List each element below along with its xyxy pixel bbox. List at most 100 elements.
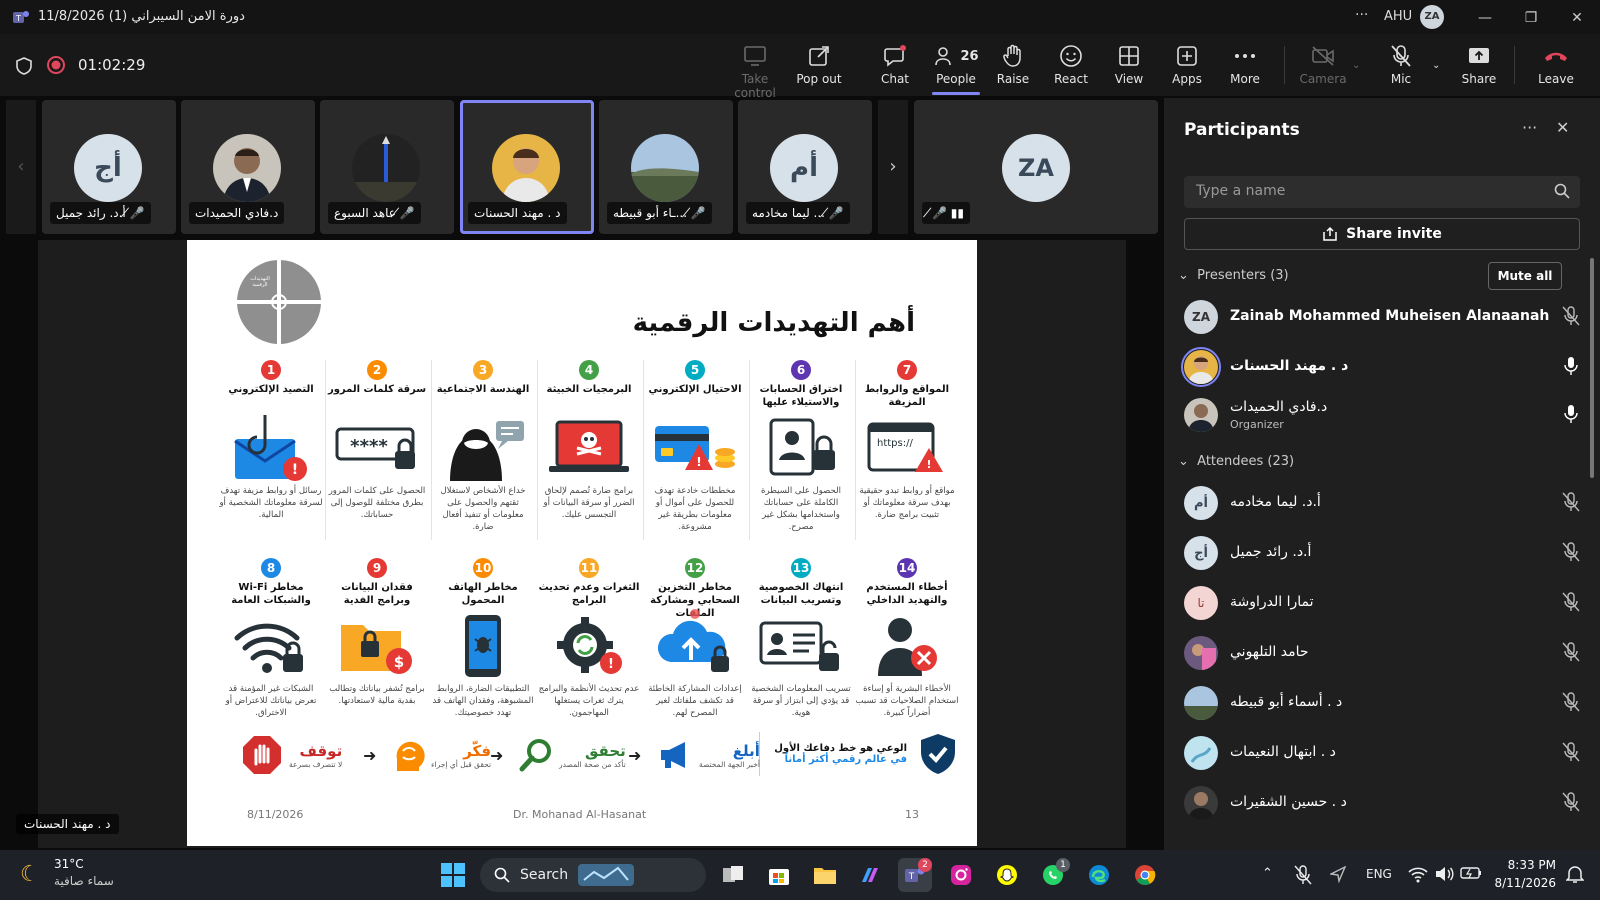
chrome-icon[interactable] xyxy=(1128,858,1162,892)
notification-bell-icon[interactable] xyxy=(1566,864,1584,884)
participant-avatar: أج xyxy=(1184,536,1218,570)
whatsapp-icon[interactable]: 1 xyxy=(1036,858,1070,892)
video-tile[interactable]: 🎤̸ عاهد السبوع xyxy=(320,100,454,234)
clock-date[interactable]: 8/11/2026 xyxy=(1486,876,1556,890)
participant-row[interactable]: ZA Zainab Mohammed Muheisen Alanaanah xyxy=(1184,294,1580,340)
toolbar-divider xyxy=(1514,46,1515,84)
video-tile[interactable]: د.فادي الحميدات xyxy=(181,100,315,234)
fake-website-icon: https://! xyxy=(855,411,959,485)
wifi-lock-icon xyxy=(219,609,323,683)
participant-photo xyxy=(492,134,560,202)
mute-all-button[interactable]: Mute all xyxy=(1488,262,1562,290)
ransomware-folder-icon: $ xyxy=(325,609,429,683)
teams-taskbar-icon[interactable]: T 2 xyxy=(898,858,932,892)
minimize-icon[interactable]: — xyxy=(1474,7,1496,29)
mic-chevron-icon[interactable]: ⌄ xyxy=(1432,60,1440,71)
snapchat-icon[interactable] xyxy=(990,858,1024,892)
step-report: أبلغ أخبر الجهة المختصة xyxy=(657,730,760,780)
participant-row[interactable]: أم أ.د. ليما مخادمه xyxy=(1184,480,1580,526)
panel-scrollbar[interactable] xyxy=(1590,258,1594,478)
pop-out-button[interactable]: Pop out xyxy=(790,44,848,92)
column-divider xyxy=(855,360,856,540)
apps-button[interactable]: Apps xyxy=(1158,44,1216,92)
participant-row[interactable]: تا تمارا الدراوشة xyxy=(1184,580,1580,626)
instagram-icon[interactable] xyxy=(944,858,978,892)
more-button[interactable]: More xyxy=(1216,44,1274,92)
copilot-icon[interactable] xyxy=(852,858,886,892)
arrow-icon: ➜ xyxy=(363,746,377,765)
participant-row[interactable]: حامد التلهوني xyxy=(1184,630,1580,676)
participant-row[interactable]: د . ابتهال النعيمات xyxy=(1184,730,1580,776)
camera-button[interactable]: Camera xyxy=(1294,44,1352,92)
chat-button[interactable]: Chat xyxy=(866,44,924,92)
volume-icon[interactable] xyxy=(1434,865,1454,883)
start-button[interactable] xyxy=(436,858,470,892)
weather-temp[interactable]: 31°C xyxy=(54,857,84,871)
user-avatar[interactable]: ZA xyxy=(1420,5,1444,29)
view-button[interactable]: View xyxy=(1100,44,1158,92)
gear-update-icon: ! xyxy=(537,609,641,683)
tray-mic-muted-icon[interactable] xyxy=(1294,865,1312,885)
weather-desc: سماء صافية xyxy=(54,874,114,888)
microsoft-store-icon[interactable] xyxy=(762,858,796,892)
slide-logo-text: التهديدات الرقمية xyxy=(250,276,270,288)
mic-button[interactable]: Mic xyxy=(1372,44,1430,92)
restore-icon[interactable]: ❐ xyxy=(1520,7,1542,29)
participant-photo xyxy=(352,134,420,202)
step-verify: تحقق تأكد من صحة المصدر xyxy=(519,730,626,780)
video-tile[interactable]: أج 🎤̸ أ.د. رائد جميل xyxy=(42,100,176,234)
taskbar-search-box[interactable]: Search xyxy=(480,858,706,892)
participant-photo xyxy=(1181,347,1221,387)
battery-icon[interactable] xyxy=(1460,866,1482,880)
raise-hand-button[interactable]: Raise xyxy=(984,44,1042,92)
shield-check-icon xyxy=(919,732,957,776)
close-icon[interactable]: ✕ xyxy=(1566,7,1588,29)
svg-text:https://: https:// xyxy=(877,438,913,449)
participant-row[interactable]: د . حسين الشقيرات xyxy=(1184,780,1580,826)
video-tile[interactable]: 🎤̸ ...ـاء أبو قبيطه xyxy=(599,100,733,234)
self-tile-status: ▮▮ 🎤̸ xyxy=(922,202,970,224)
presenters-section-header[interactable]: ⌄ Presenters (3) xyxy=(1178,268,1289,283)
people-button[interactable]: 26 People xyxy=(926,44,986,95)
participant-photo xyxy=(1184,736,1218,770)
share-button[interactable]: Share xyxy=(1450,44,1508,92)
share-invite-button[interactable]: Share invite xyxy=(1184,218,1580,250)
tile-name: 🎤̸ ...ـاء أبو قبيطه xyxy=(607,202,712,224)
meeting-toolbar: 01:02:29 Take control Pop out Chat 26 Pe… xyxy=(0,34,1600,100)
mic-off-icon: 🎤̸ xyxy=(129,206,145,220)
mic-off-icon xyxy=(1562,542,1580,562)
participant-row[interactable]: د . مهند الحسنات xyxy=(1181,344,1580,390)
strip-next-button[interactable]: › xyxy=(878,100,908,234)
edge-icon[interactable] xyxy=(1082,858,1116,892)
task-view-icon[interactable] xyxy=(716,858,750,892)
strip-prev-button[interactable]: ‹ xyxy=(6,100,36,234)
chat-icon xyxy=(866,44,924,68)
threat-item: 6 اختراق الحسابات والاستيلاء عليها الحصو… xyxy=(749,360,853,533)
tray-location-icon[interactable] xyxy=(1330,865,1346,883)
video-tile[interactable]: أم 🎤̸ ... ليما مخادمه xyxy=(738,100,872,234)
org-label: AHU xyxy=(1384,9,1413,24)
self-video-tile[interactable]: ZA ▮▮ 🎤̸ xyxy=(914,100,1158,234)
participant-row[interactable]: د . أسماء أبو قبيطه xyxy=(1184,680,1580,726)
title-more-button[interactable]: ··· xyxy=(1355,7,1368,23)
camera-chevron-icon[interactable]: ⌄ xyxy=(1352,60,1360,71)
tray-chevron-up-icon[interactable]: ⌃ xyxy=(1262,866,1273,881)
file-explorer-icon[interactable] xyxy=(808,858,842,892)
svg-text:!: ! xyxy=(696,455,701,469)
participant-row[interactable]: أج أ.د. رائد جميل xyxy=(1184,530,1580,576)
shield-icon[interactable] xyxy=(14,56,34,76)
attendees-section-header[interactable]: ⌄ Attendees (23) xyxy=(1178,454,1294,469)
language-indicator[interactable]: ENG xyxy=(1366,867,1392,881)
moon-weather-icon: ☾ xyxy=(20,862,40,887)
video-tile-active-speaker[interactable]: د . مهند الحسنات xyxy=(460,100,594,234)
panel-more-icon[interactable]: ··· xyxy=(1522,118,1537,137)
leave-button[interactable]: Leave xyxy=(1527,44,1585,92)
participant-search-input[interactable]: Type a name xyxy=(1184,176,1580,208)
react-button[interactable]: React xyxy=(1042,44,1100,92)
clock-time[interactable]: 8:33 PM xyxy=(1496,858,1556,872)
take-control-button[interactable]: Take control xyxy=(726,44,784,100)
chevron-down-icon: ⌄ xyxy=(1178,454,1189,469)
wifi-icon[interactable] xyxy=(1408,865,1428,883)
participant-row[interactable]: د.فادي الحميدات Organizer xyxy=(1184,392,1580,438)
panel-close-icon[interactable]: ✕ xyxy=(1556,118,1569,137)
